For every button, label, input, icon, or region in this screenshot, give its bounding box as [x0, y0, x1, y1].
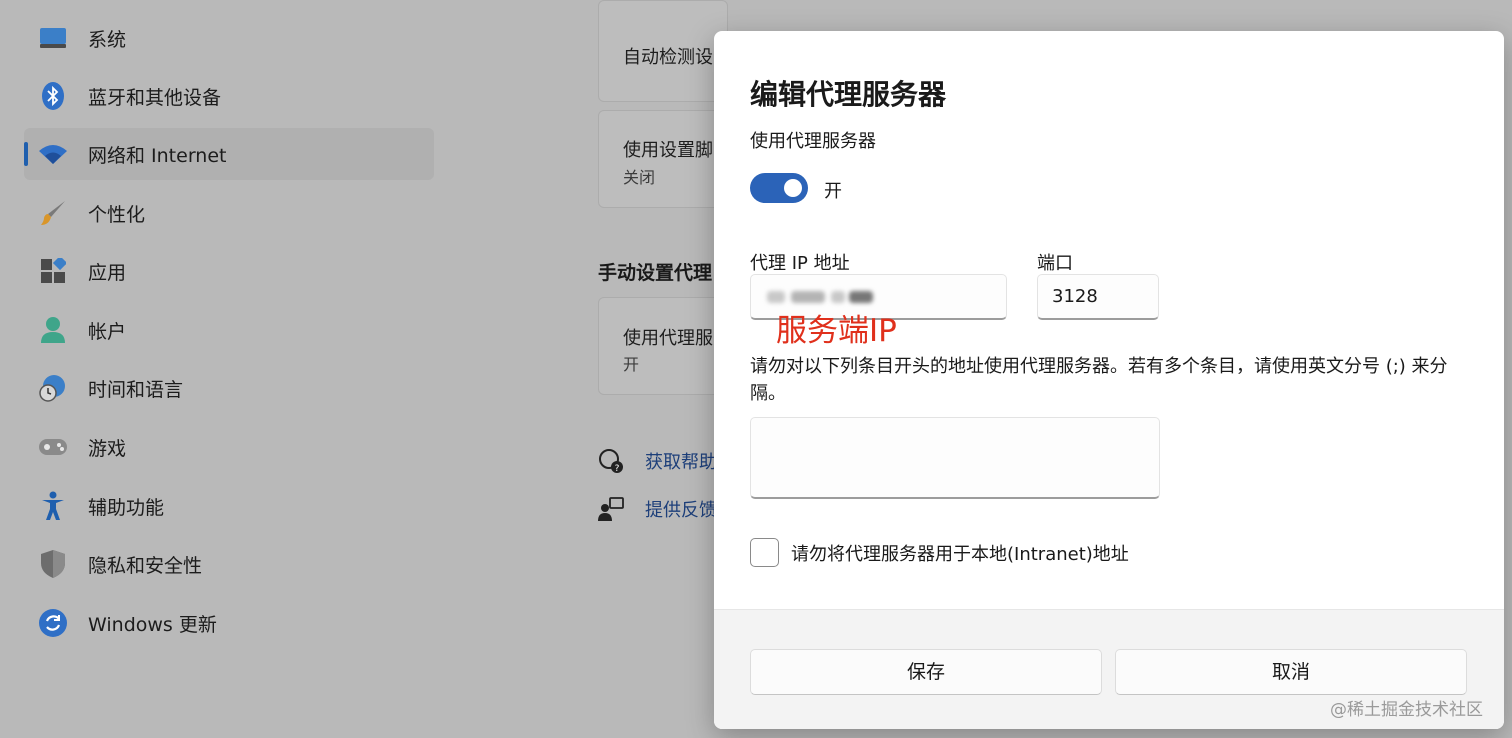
sidebar-item-personalization[interactable]: 个性化	[24, 187, 434, 239]
settings-sidebar: 系统 蓝牙和其他设备 网络和 Internet 个性化 应用 帐户 时间和语言 …	[0, 0, 440, 738]
sidebar-item-label: 隐私和安全性	[88, 555, 203, 577]
toggle-knob	[784, 179, 802, 197]
gamepad-icon	[38, 433, 68, 461]
help-chat-icon: ?	[598, 448, 624, 474]
card-status: 开	[623, 355, 640, 374]
svg-text:?: ?	[615, 464, 620, 474]
exceptions-description: 请勿对以下列条目开头的地址使用代理服务器。若有多个条目，请使用英文分号 (;) …	[750, 356, 1448, 404]
globe-clock-icon	[38, 374, 68, 402]
apps-icon	[38, 257, 68, 285]
sidebar-item-network[interactable]: 网络和 Internet	[24, 128, 434, 180]
sidebar-item-label: 应用	[88, 262, 127, 284]
redacted-ip-value	[767, 287, 879, 307]
sidebar-item-privacy[interactable]: 隐私和安全性	[24, 538, 434, 590]
give-feedback-link[interactable]: 提供反馈	[598, 494, 718, 524]
sidebar-item-label: Windows 更新	[88, 614, 217, 636]
ip-address-label: 代理 IP 地址	[750, 253, 850, 274]
sidebar-item-accessibility[interactable]: 辅助功能	[24, 480, 434, 532]
exceptions-textarea[interactable]	[750, 417, 1160, 499]
get-help-label: 获取帮助	[645, 452, 717, 473]
port-input[interactable]: 3128	[1037, 274, 1159, 320]
local-address-checkbox[interactable]	[750, 538, 779, 567]
setup-script-card[interactable]: 使用设置脚 关闭	[598, 110, 728, 208]
sidebar-item-label: 时间和语言	[88, 379, 184, 401]
server-ip-annotation: 服务端IP	[776, 313, 897, 349]
sidebar-item-label: 个性化	[88, 204, 146, 226]
card-status: 关闭	[623, 168, 656, 187]
accessibility-icon	[38, 491, 68, 520]
account-icon	[38, 316, 68, 344]
save-button[interactable]: 保存	[750, 649, 1102, 695]
sidebar-item-label: 网络和 Internet	[88, 145, 227, 167]
sidebar-item-accounts[interactable]: 帐户	[24, 304, 434, 356]
manual-proxy-card[interactable]: 使用代理服 开	[598, 297, 728, 395]
update-icon	[38, 609, 68, 637]
dialog-title: 编辑代理服务器	[750, 78, 947, 111]
sidebar-item-system[interactable]: 系统	[24, 12, 434, 64]
card-title: 使用代理服	[623, 328, 713, 349]
sidebar-item-label: 辅助功能	[88, 497, 165, 519]
give-feedback-label: 提供反馈	[645, 500, 717, 521]
cancel-button[interactable]: 取消	[1115, 649, 1467, 695]
system-icon	[38, 24, 68, 52]
brush-icon	[38, 199, 68, 227]
manual-proxy-heading: 手动设置代理	[598, 262, 713, 284]
sidebar-item-time-language[interactable]: 时间和语言	[24, 362, 434, 414]
local-address-label: 请勿将代理服务器用于本地(Intranet)地址	[791, 544, 1129, 565]
auto-detect-card[interactable]: 自动检测设	[598, 0, 728, 102]
watermark: @稀土掘金技术社区	[1330, 700, 1483, 720]
sidebar-item-windows-update[interactable]: Windows 更新	[24, 597, 434, 649]
shield-icon	[38, 550, 68, 578]
use-proxy-toggle[interactable]	[750, 173, 808, 203]
bluetooth-icon	[38, 82, 68, 110]
port-label: 端口	[1037, 253, 1073, 274]
wifi-icon	[38, 140, 68, 168]
sidebar-item-apps[interactable]: 应用	[24, 245, 434, 297]
card-title: 使用设置脚	[623, 140, 713, 161]
edit-proxy-dialog: 编辑代理服务器 使用代理服务器 开 代理 IP 地址 端口 3128 服务端IP…	[714, 31, 1504, 729]
get-help-link[interactable]: ? 获取帮助	[598, 446, 718, 476]
card-title: 自动检测设	[623, 47, 713, 68]
sidebar-item-label: 游戏	[88, 438, 127, 460]
sidebar-item-label: 系统	[88, 29, 127, 51]
sidebar-item-label: 蓝牙和其他设备	[88, 87, 222, 109]
active-indicator	[24, 142, 28, 166]
toggle-state-label: 开	[824, 181, 842, 202]
feedback-icon	[598, 496, 624, 522]
use-proxy-label: 使用代理服务器	[750, 131, 876, 152]
sidebar-item-label: 帐户	[88, 321, 127, 343]
sidebar-item-bluetooth[interactable]: 蓝牙和其他设备	[24, 70, 434, 122]
sidebar-item-gaming[interactable]: 游戏	[24, 421, 434, 473]
